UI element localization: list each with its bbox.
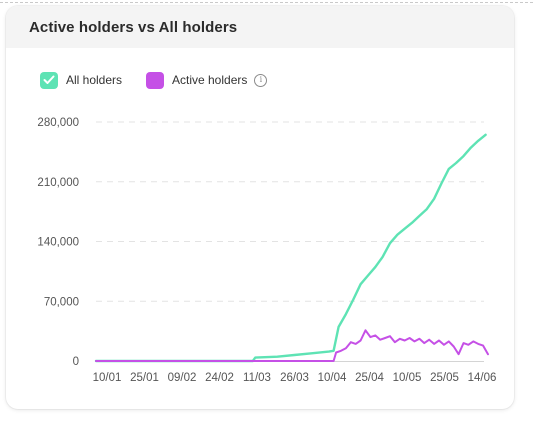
chart-card: Active holders vs All holders All holder… — [6, 6, 514, 409]
x-tick-label: 25/04 — [355, 372, 384, 384]
y-tick-label: 70,000 — [44, 296, 79, 308]
x-tick-label: 09/02 — [168, 372, 197, 384]
x-tick-label: 11/03 — [243, 372, 271, 384]
x-tick-label: 25/05 — [430, 372, 459, 384]
x-tick-label: 25/01 — [130, 372, 159, 384]
y-tick-label: 280,000 — [37, 117, 79, 129]
top-divider — [0, 2, 533, 3]
series-lines — [94, 133, 489, 363]
line-chart: 0 70,000 140,000 210,000 280,000 10/01 25/01 0… — [37, 117, 497, 384]
x-tick-label: 24/02 — [205, 372, 234, 384]
y-tick-label: 0 — [73, 356, 79, 368]
y-tick-label: 210,000 — [37, 177, 79, 189]
x-tick-label: 10/05 — [393, 372, 422, 384]
x-axis-ticks: 10/01 25/01 09/02 24/02 11/03 26/03 10/04 25/04… — [93, 372, 497, 384]
y-axis-ticks: 0 70,000 140,000 210,000 280,000 — [37, 117, 79, 368]
x-tick-label: 26/03 — [280, 372, 309, 384]
x-tick-label: 14/06 — [468, 372, 497, 384]
series-line-all-holders — [94, 133, 487, 363]
x-tick-label: 10/04 — [318, 372, 347, 384]
x-tick-label: 10/01 — [93, 372, 122, 384]
y-tick-label: 140,000 — [37, 237, 79, 249]
